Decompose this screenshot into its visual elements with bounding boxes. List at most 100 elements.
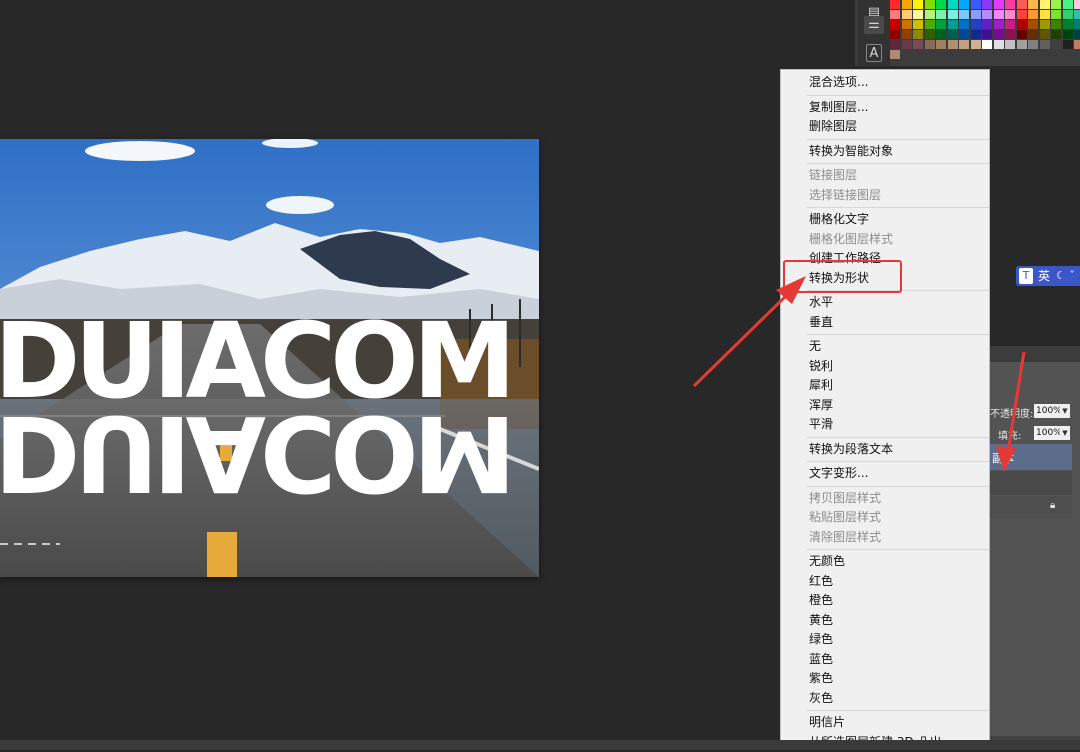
menu-item[interactable]: 水平 bbox=[809, 293, 833, 312]
swatch[interactable] bbox=[993, 0, 1004, 9]
swatch[interactable] bbox=[1074, 0, 1080, 9]
opacity-dropdown-icon[interactable]: ▼ bbox=[1060, 404, 1070, 418]
swatch[interactable] bbox=[924, 30, 935, 39]
opacity-field[interactable]: 100% bbox=[1034, 404, 1062, 418]
color-swatches[interactable] bbox=[890, 0, 1080, 64]
swatch[interactable] bbox=[959, 30, 969, 39]
swatch[interactable] bbox=[1028, 30, 1038, 39]
swatch[interactable] bbox=[913, 0, 923, 9]
swatch[interactable] bbox=[970, 20, 981, 29]
menu-item[interactable]: 无 bbox=[809, 337, 821, 356]
menu-item[interactable]: 复制图层... bbox=[809, 98, 868, 117]
swatch[interactable] bbox=[947, 0, 958, 9]
swatch[interactable] bbox=[1005, 10, 1015, 19]
swatch[interactable] bbox=[890, 30, 900, 39]
swatch[interactable] bbox=[1016, 50, 1027, 59]
menu-item[interactable]: 灰色 bbox=[809, 689, 833, 708]
menu-item[interactable]: 绿色 bbox=[809, 630, 833, 649]
swatch[interactable] bbox=[890, 20, 900, 29]
swatch[interactable] bbox=[1074, 20, 1080, 29]
swatch[interactable] bbox=[947, 10, 958, 19]
swatch[interactable] bbox=[993, 30, 1004, 39]
menu-item[interactable]: 浑厚 bbox=[809, 396, 833, 415]
swatch[interactable] bbox=[1005, 40, 1015, 49]
swatch[interactable] bbox=[993, 40, 1004, 49]
text-panel-icon[interactable]: A bbox=[866, 44, 882, 62]
swatch[interactable] bbox=[982, 10, 992, 19]
swatch[interactable] bbox=[1074, 10, 1080, 19]
swatch[interactable] bbox=[1028, 10, 1038, 19]
swatch[interactable] bbox=[1051, 50, 1061, 59]
swatch[interactable] bbox=[1062, 20, 1073, 29]
swatch[interactable] bbox=[959, 20, 969, 29]
swatch[interactable] bbox=[901, 40, 912, 49]
swatch[interactable] bbox=[924, 50, 935, 59]
menu-item[interactable]: 橙色 bbox=[809, 591, 833, 610]
swatch[interactable] bbox=[1016, 0, 1027, 9]
swatch[interactable] bbox=[1028, 0, 1038, 9]
swatch[interactable] bbox=[1051, 10, 1061, 19]
swatch[interactable] bbox=[924, 0, 935, 9]
swatch[interactable] bbox=[1005, 50, 1015, 59]
ime-indicator[interactable]: T 英 ☾ ˇ bbox=[1016, 266, 1080, 286]
menu-item[interactable]: 锐利 bbox=[809, 357, 833, 376]
swatch[interactable] bbox=[901, 50, 912, 59]
document-canvas[interactable]: DUIACOM DUIACOM bbox=[0, 139, 539, 577]
swatch[interactable] bbox=[890, 50, 900, 59]
swatch[interactable] bbox=[1039, 50, 1050, 59]
swatch[interactable] bbox=[890, 10, 900, 19]
swatch[interactable] bbox=[982, 40, 992, 49]
menu-item[interactable]: 转换为智能对象 bbox=[809, 142, 893, 161]
swatch[interactable] bbox=[913, 40, 923, 49]
swatch[interactable] bbox=[890, 40, 900, 49]
swatch[interactable] bbox=[901, 0, 912, 9]
swatch[interactable] bbox=[1051, 20, 1061, 29]
swatch[interactable] bbox=[901, 30, 912, 39]
sliders-icon[interactable]: ⚌ bbox=[864, 16, 884, 34]
swatch[interactable] bbox=[913, 30, 923, 39]
menu-item[interactable]: 垂直 bbox=[809, 313, 833, 332]
swatch[interactable] bbox=[1016, 30, 1027, 39]
swatch[interactable] bbox=[1062, 50, 1073, 59]
swatch[interactable] bbox=[1039, 40, 1050, 49]
swatch[interactable] bbox=[1028, 40, 1038, 49]
swatch[interactable] bbox=[936, 40, 946, 49]
swatch[interactable] bbox=[1016, 10, 1027, 19]
swatch[interactable] bbox=[1005, 20, 1015, 29]
swatch[interactable] bbox=[947, 30, 958, 39]
swatch[interactable] bbox=[982, 30, 992, 39]
swatch[interactable] bbox=[901, 10, 912, 19]
swatch[interactable] bbox=[982, 0, 992, 9]
swatch[interactable] bbox=[936, 10, 946, 19]
swatch[interactable] bbox=[1016, 40, 1027, 49]
swatch[interactable] bbox=[982, 20, 992, 29]
swatch[interactable] bbox=[1074, 50, 1080, 59]
swatch[interactable] bbox=[959, 40, 969, 49]
selected-layer-row[interactable]: 副本 bbox=[990, 444, 1072, 470]
menu-item[interactable]: 文字变形... bbox=[809, 464, 868, 483]
swatch[interactable] bbox=[970, 30, 981, 39]
swatch[interactable] bbox=[1062, 30, 1073, 39]
swatch[interactable] bbox=[1005, 30, 1015, 39]
swatch[interactable] bbox=[1005, 0, 1015, 9]
swatch[interactable] bbox=[947, 50, 958, 59]
swatch[interactable] bbox=[1039, 30, 1050, 39]
swatch[interactable] bbox=[959, 10, 969, 19]
swatch[interactable] bbox=[1039, 10, 1050, 19]
swatch[interactable] bbox=[947, 20, 958, 29]
swatch[interactable] bbox=[1074, 30, 1080, 39]
swatch[interactable] bbox=[924, 40, 935, 49]
menu-item[interactable]: 黄色 bbox=[809, 611, 833, 630]
swatch[interactable] bbox=[936, 30, 946, 39]
swatch[interactable] bbox=[970, 10, 981, 19]
fill-field[interactable]: 100% bbox=[1034, 426, 1062, 440]
swatch[interactable] bbox=[970, 50, 981, 59]
swatch[interactable] bbox=[993, 10, 1004, 19]
menu-item[interactable]: 无颜色 bbox=[809, 552, 845, 571]
swatch[interactable] bbox=[1062, 40, 1073, 49]
swatch[interactable] bbox=[936, 20, 946, 29]
swatch[interactable] bbox=[970, 40, 981, 49]
swatch[interactable] bbox=[936, 50, 946, 59]
swatch[interactable] bbox=[982, 50, 992, 59]
swatch[interactable] bbox=[1074, 40, 1080, 49]
